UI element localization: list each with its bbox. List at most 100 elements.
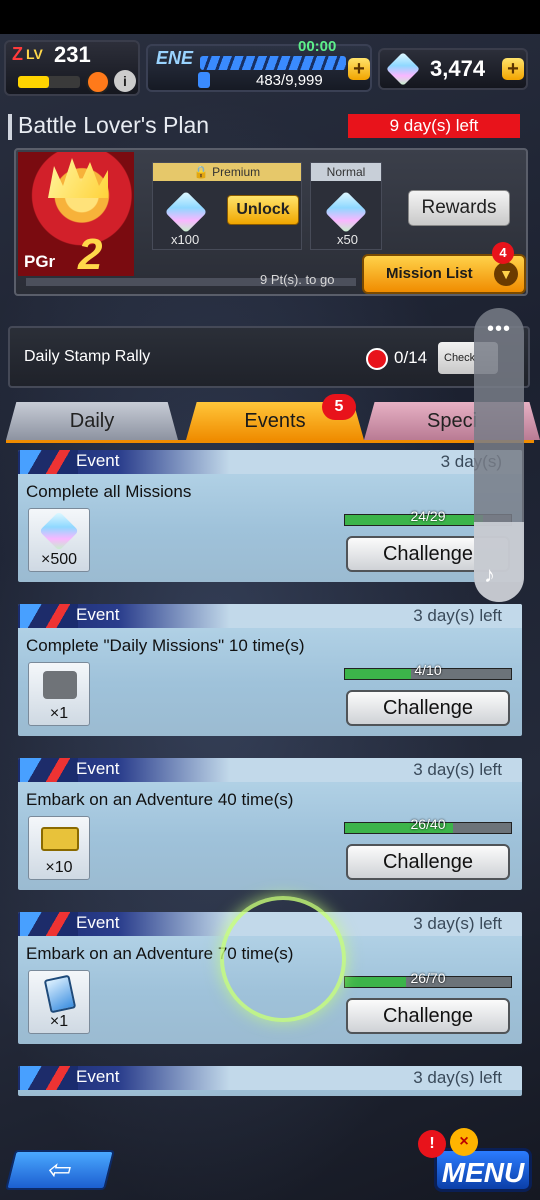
challenge-button[interactable]: Challenge: [346, 690, 510, 726]
level-panel[interactable]: Z LV 231 i: [4, 40, 140, 96]
mission-progress-text: 26/70: [410, 970, 446, 986]
info-icon[interactable]: i: [114, 70, 136, 92]
energy-plus-button[interactable]: +: [348, 58, 370, 80]
reward-count: ×1: [49, 705, 69, 722]
mission-list-label: Mission List: [386, 265, 473, 282]
alert-icon: !: [418, 1130, 446, 1158]
mission-progress-text: 4/10: [414, 662, 442, 678]
challenge-button[interactable]: Challenge: [346, 998, 510, 1034]
ticket-icon: [41, 827, 79, 851]
premium-reward-card: 🔒 Premium x100 Unlock: [152, 162, 302, 250]
premium-label: 🔒 Premium: [153, 163, 301, 181]
cross-icon: ×: [450, 1128, 478, 1156]
events-tab-badge: 5: [322, 394, 356, 420]
gems-panel: 3,474 +: [378, 48, 528, 90]
stamp-rally-row[interactable]: Daily Stamp Rally 0/14 Check: [8, 326, 530, 388]
reward-item[interactable]: ×500: [28, 508, 90, 572]
mission-card: Event 3 day(s) left Embark on an Adventu…: [18, 758, 522, 890]
music-note-icon[interactable]: ♪: [484, 562, 495, 588]
normal-crystal-icon: [324, 190, 368, 234]
premium-count: x100: [171, 232, 200, 247]
stamp-rally-title: Daily Stamp Rally: [24, 348, 151, 365]
mission-tabs: Daily Events Speci: [0, 402, 540, 442]
energy-value: 483/9,999: [256, 72, 323, 89]
card-days-left: 3 day(s) left: [413, 760, 502, 779]
card-days-left: 3 day(s) left: [413, 1068, 502, 1087]
level-label: LV: [26, 46, 43, 62]
rewards-button[interactable]: Rewards: [408, 190, 510, 226]
card-tag: Event: [76, 605, 120, 624]
z-icon: Z: [12, 44, 23, 64]
challenge-button[interactable]: Challenge: [346, 844, 510, 880]
energy-bar: [200, 56, 346, 70]
mission-card: Event 3 day(s) Complete all Missions ×50…: [18, 450, 522, 582]
mission-badge: 4: [492, 242, 514, 264]
energy-timer: 00:00: [298, 38, 337, 55]
crystal-icon: [386, 52, 420, 86]
orb-icon[interactable]: [86, 70, 110, 94]
normal-label: Normal: [311, 163, 381, 181]
premium-label-text: Premium: [212, 165, 261, 179]
card-days-left: 3 day(s) left: [413, 914, 502, 933]
pgr-value: 2: [78, 230, 103, 279]
title-row: Battle Lover's Plan 9 day(s) left: [0, 108, 540, 144]
event-character-icon: [20, 912, 78, 936]
unlock-button[interactable]: Unlock: [227, 195, 299, 225]
plan-panel: PGr 2 🔒 Premium x100 Unlock Normal x50 R…: [14, 148, 528, 296]
more-icon[interactable]: •••: [474, 318, 524, 341]
energy-can-icon: [198, 72, 210, 88]
mission-progress-text: 26/40: [410, 816, 446, 832]
level-progress-fill: [18, 76, 49, 88]
lock-icon: 🔒: [193, 165, 209, 179]
top-hud: Z LV 231 i ENE 00:00 483/9,999 + 3,474 +: [0, 36, 540, 102]
normal-count: x50: [337, 232, 358, 247]
character-hair: [48, 158, 108, 198]
status-bar: [0, 0, 540, 34]
chevron-down-icon: ▼: [494, 262, 518, 286]
card-tag: Event: [76, 759, 120, 778]
chat-icon: [43, 671, 77, 699]
reward-item[interactable]: ×10: [28, 816, 90, 880]
stamp-icon: [366, 348, 388, 370]
floating-widget[interactable]: ••• ♪: [474, 308, 524, 602]
days-left-badge: 9 day(s) left: [348, 114, 520, 138]
crystal-icon: [39, 511, 79, 551]
title-accent: [8, 114, 12, 140]
floating-widget-lower: [474, 522, 524, 602]
pgr-label: PGr: [24, 252, 56, 271]
menu-button[interactable]: MENU: [434, 1148, 532, 1192]
event-character-icon: [20, 604, 78, 628]
card-icon: [43, 974, 77, 1014]
reward-count: ×10: [45, 859, 73, 876]
energy-label: ENE: [156, 48, 194, 68]
points-to-go: 9 Pt(s). to go: [260, 272, 335, 287]
gems-plus-button[interactable]: +: [502, 58, 524, 80]
energy-panel: ENE 00:00 483/9,999 +: [146, 38, 372, 92]
tab-underline: [6, 440, 534, 443]
event-character-icon: [20, 450, 78, 474]
card-tag: Event: [76, 451, 120, 470]
page-title: Battle Lover's Plan: [18, 112, 210, 138]
mission-card: Event 3 day(s) left: [18, 1066, 522, 1096]
mission-card: Event 3 day(s) left Complete "Daily Miss…: [18, 604, 522, 736]
mission-title: Embark on an Adventure 40 time(s): [26, 790, 294, 809]
normal-reward-card: Normal x50: [310, 162, 382, 250]
back-button[interactable]: ⇦: [5, 1150, 115, 1190]
reward-item[interactable]: ×1: [28, 662, 90, 726]
mission-title: Complete all Missions: [26, 482, 192, 501]
mission-list-button[interactable]: Mission List ▼ 4: [362, 242, 526, 294]
card-tag: Event: [76, 1067, 120, 1086]
event-character-icon: [20, 1066, 78, 1090]
card-tag: Event: [76, 913, 120, 932]
touch-ring: [220, 896, 346, 1022]
mission-title: Complete "Daily Missions" 10 time(s): [26, 636, 305, 655]
tab-daily[interactable]: Daily: [6, 402, 178, 440]
reward-item[interactable]: ×1: [28, 970, 90, 1034]
card-days-left: 3 day(s) left: [413, 606, 502, 625]
gems-value: 3,474: [430, 56, 486, 81]
event-character-icon: [20, 758, 78, 782]
reward-count: ×500: [40, 551, 78, 568]
reward-count: ×1: [49, 1013, 69, 1030]
premium-crystal-icon: [164, 190, 208, 234]
level-value: 231: [54, 42, 91, 67]
